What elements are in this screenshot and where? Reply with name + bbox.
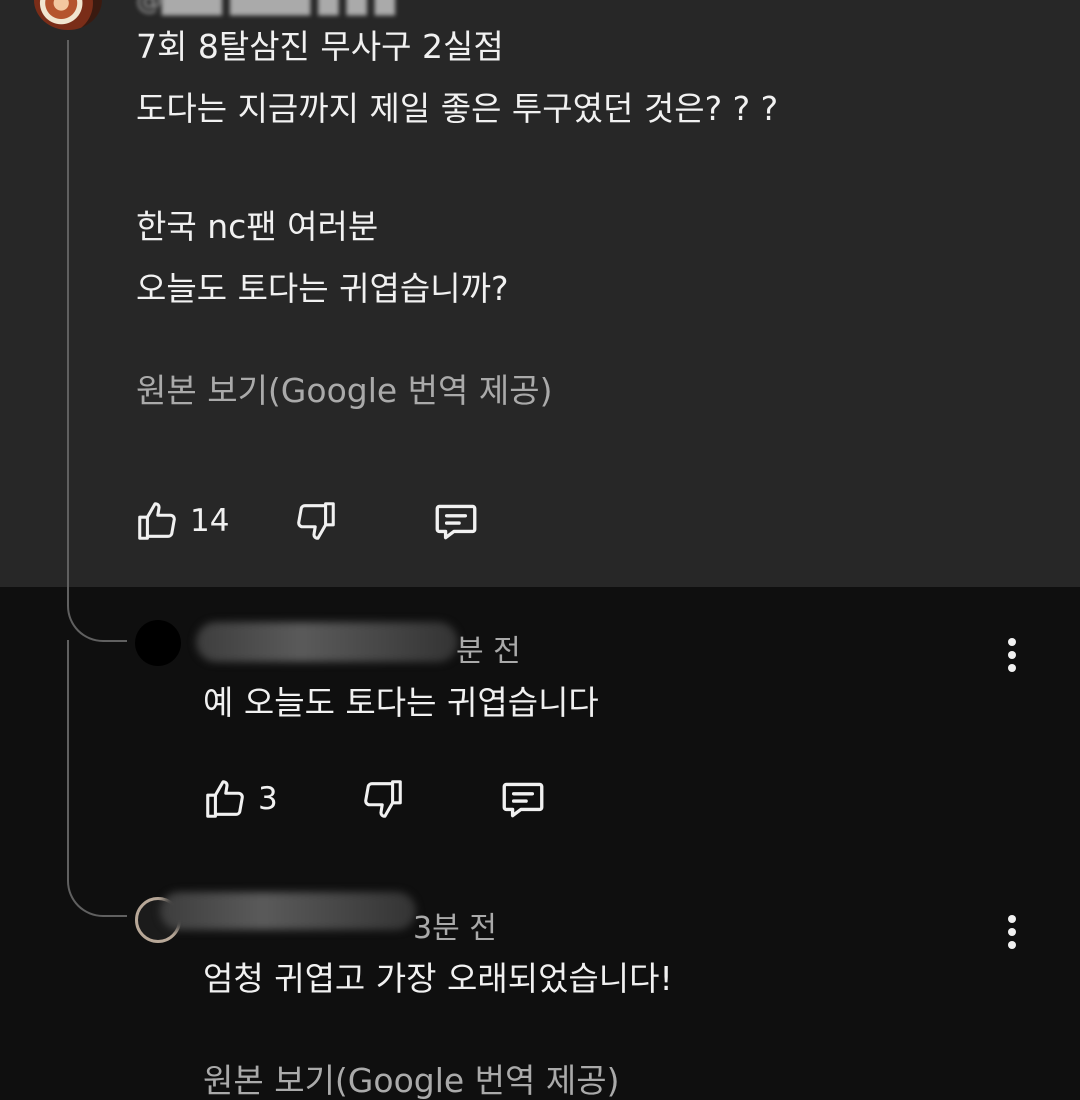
comment-line: 7회 8탈삼진 무사구 2실점 <box>136 27 504 66</box>
translation-toggle-link[interactable]: 원본 보기(Google 번역 제공) <box>136 364 552 412</box>
author-meta-blurred: @▆▆▆ ▆▆▆▆ ▆ ▆ ▆ <box>136 0 396 16</box>
comment-actions: 14 <box>134 496 481 546</box>
more-vertical-icon[interactable] <box>1007 915 1017 949</box>
reply-comment-icon <box>431 496 481 546</box>
thumbs-down-icon <box>360 776 406 822</box>
dislike-button[interactable] <box>293 498 339 544</box>
reply-text: 엄청 귀엽고 가장 오래되었습니다! <box>203 959 673 998</box>
comment-line: 한국 nc팬 여러분 <box>136 207 379 246</box>
comment-time: 분 전 <box>456 634 521 669</box>
translation-toggle-link[interactable]: 원본 보기(Google 번역 제공) <box>203 1054 619 1100</box>
thread-line <box>67 40 69 595</box>
more-vertical-icon[interactable] <box>1007 638 1017 672</box>
comment-thread: @▆▆▆ ▆▆▆▆ ▆ ▆ ▆ 7회 8탈삼진 무사구 2실점 도다는 지금까지… <box>0 0 1080 1100</box>
reply-comment-icon <box>498 774 548 824</box>
reply-button[interactable] <box>498 774 548 824</box>
thread-connector <box>67 595 127 642</box>
thread-line <box>67 640 69 880</box>
reply-button[interactable] <box>431 496 481 546</box>
avatar[interactable] <box>34 0 102 30</box>
comment-line: 오늘도 토다는 귀엽습니까? <box>136 269 509 308</box>
like-button[interactable]: 3 <box>202 776 278 822</box>
comment-line: 도다는 지금까지 제일 좋은 투구였던 것은? ? ? <box>136 89 779 128</box>
like-button[interactable]: 14 <box>134 498 229 544</box>
like-count: 14 <box>190 503 230 539</box>
comment-time: 3분 전 <box>413 911 497 946</box>
reply-actions: 3 <box>202 774 548 824</box>
parent-comment: @▆▆▆ ▆▆▆▆ ▆ ▆ ▆ 7회 8탈삼진 무사구 2실점 도다는 지금까지… <box>0 0 1080 587</box>
author-handle-blurred[interactable] <box>160 892 416 930</box>
thumbs-up-icon <box>134 498 180 544</box>
dislike-button[interactable] <box>360 776 406 822</box>
like-count: 3 <box>258 781 278 817</box>
avatar[interactable] <box>135 620 181 666</box>
thread-connector <box>67 870 127 917</box>
thumbs-down-icon <box>293 498 339 544</box>
author-handle-blurred[interactable] <box>196 622 458 662</box>
reply-text: 예 오늘도 토다는 귀엽습니다 <box>203 683 599 722</box>
thumbs-up-icon <box>202 776 248 822</box>
